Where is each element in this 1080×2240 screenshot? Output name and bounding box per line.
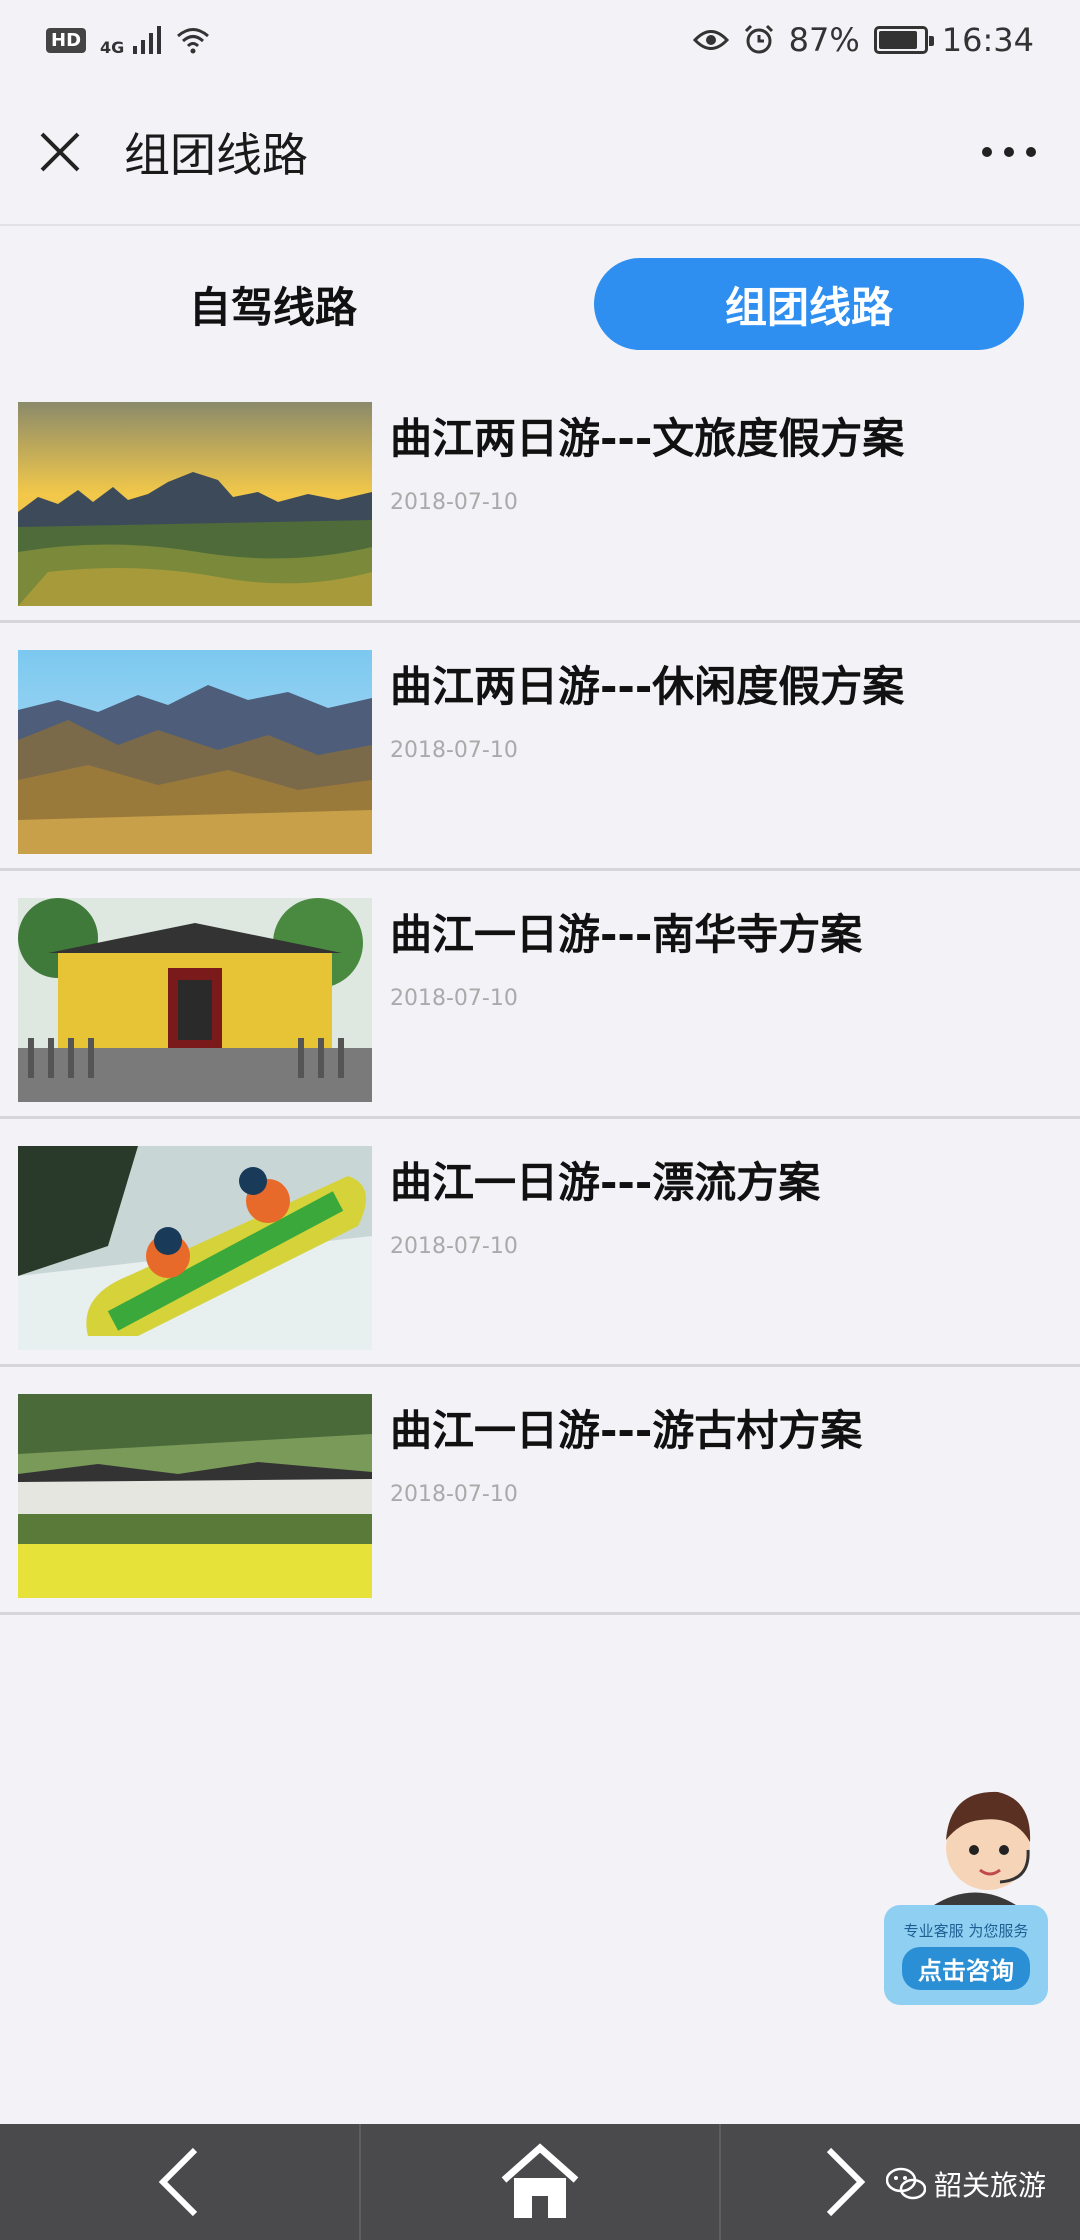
route-title: 曲江一日游---漂流方案 (390, 1158, 821, 1207)
eye-icon (692, 30, 729, 50)
route-title: 曲江一日游---游古村方案 (390, 1406, 863, 1455)
list-item[interactable]: 曲江一日游---南华寺方案 2018-07-10 (0, 871, 1080, 1119)
village-photo (18, 1394, 372, 1598)
home-icon (501, 2143, 579, 2218)
route-list: 曲江两日游---文旅度假方案 2018-07-10 曲江两日游---休闲度假方案… (0, 375, 1080, 1615)
alarm-icon (744, 24, 773, 54)
watermark-text: 韶关旅游 (934, 2169, 1047, 2202)
mountain-range-photo (18, 650, 372, 854)
app-header: 组团线路 (0, 80, 1080, 226)
battery-percent: 87% (788, 21, 860, 59)
tab-self-drive[interactable]: 自驾线路 (58, 258, 488, 350)
watermark: 韶关旅游 (886, 2164, 1046, 2204)
back-button[interactable] (0, 2124, 359, 2240)
clock: 16:34 (941, 21, 1034, 59)
list-item[interactable]: 曲江一日游---漂流方案 2018-07-10 (0, 1119, 1080, 1367)
consult-box: 专业客服 为您服务 点击咨询 (884, 1905, 1048, 2005)
route-title: 曲江一日游---南华寺方案 (390, 910, 863, 959)
list-item[interactable]: 曲江两日游---休闲度假方案 2018-07-10 (0, 623, 1080, 871)
consult-button[interactable]: 点击咨询 (902, 1947, 1030, 1990)
more-button[interactable] (974, 128, 1044, 176)
route-date: 2018-07-10 (390, 1482, 518, 1507)
wechat-icon (886, 2167, 926, 2200)
close-button[interactable] (36, 128, 84, 176)
route-tabs: 自驾线路 组团线路 (0, 228, 1080, 368)
consult-subtitle: 专业客服 为您服务 (903, 1922, 1029, 1940)
chevron-left-icon (159, 2147, 198, 2217)
status-right: 87% 16:34 (692, 21, 1034, 59)
wifi-icon (177, 28, 210, 54)
route-title: 曲江两日游---休闲度假方案 (390, 662, 905, 711)
route-date: 2018-07-10 (390, 1234, 518, 1259)
page-title: 组团线路 (124, 128, 308, 182)
list-item[interactable]: 曲江两日游---文旅度假方案 2018-07-10 (0, 375, 1080, 623)
customer-service-avatar (920, 1791, 1031, 1915)
karst-landscape-photo (18, 402, 372, 606)
tab-group-tour[interactable]: 组团线路 (594, 258, 1024, 350)
status-left: HD 4G (46, 24, 210, 57)
network-type: 4G (100, 37, 125, 57)
bottom-nav: 韶关旅游 (0, 2124, 1080, 2240)
route-date: 2018-07-10 (390, 986, 518, 1011)
temple-photo (18, 898, 372, 1102)
more-icon (982, 147, 1036, 157)
battery-icon (873, 26, 934, 54)
route-title: 曲江两日游---文旅度假方案 (390, 414, 905, 463)
route-date: 2018-07-10 (390, 490, 518, 515)
consult-widget[interactable]: 专业客服 为您服务 点击咨询 (880, 1770, 1052, 2030)
signal-icon (133, 26, 162, 54)
battery-fill (878, 31, 918, 49)
forward-button[interactable]: 韶关旅游 (719, 2124, 1080, 2240)
route-date: 2018-07-10 (390, 738, 518, 763)
status-bar: HD 4G 87% 16:34 (0, 0, 1080, 80)
home-button[interactable] (358, 2124, 720, 2240)
rafting-photo (18, 1146, 372, 1350)
close-icon (40, 132, 80, 172)
chevron-right-icon (827, 2147, 866, 2217)
hd-badge: HD (46, 27, 87, 53)
list-item[interactable]: 曲江一日游---游古村方案 2018-07-10 (0, 1367, 1080, 1615)
